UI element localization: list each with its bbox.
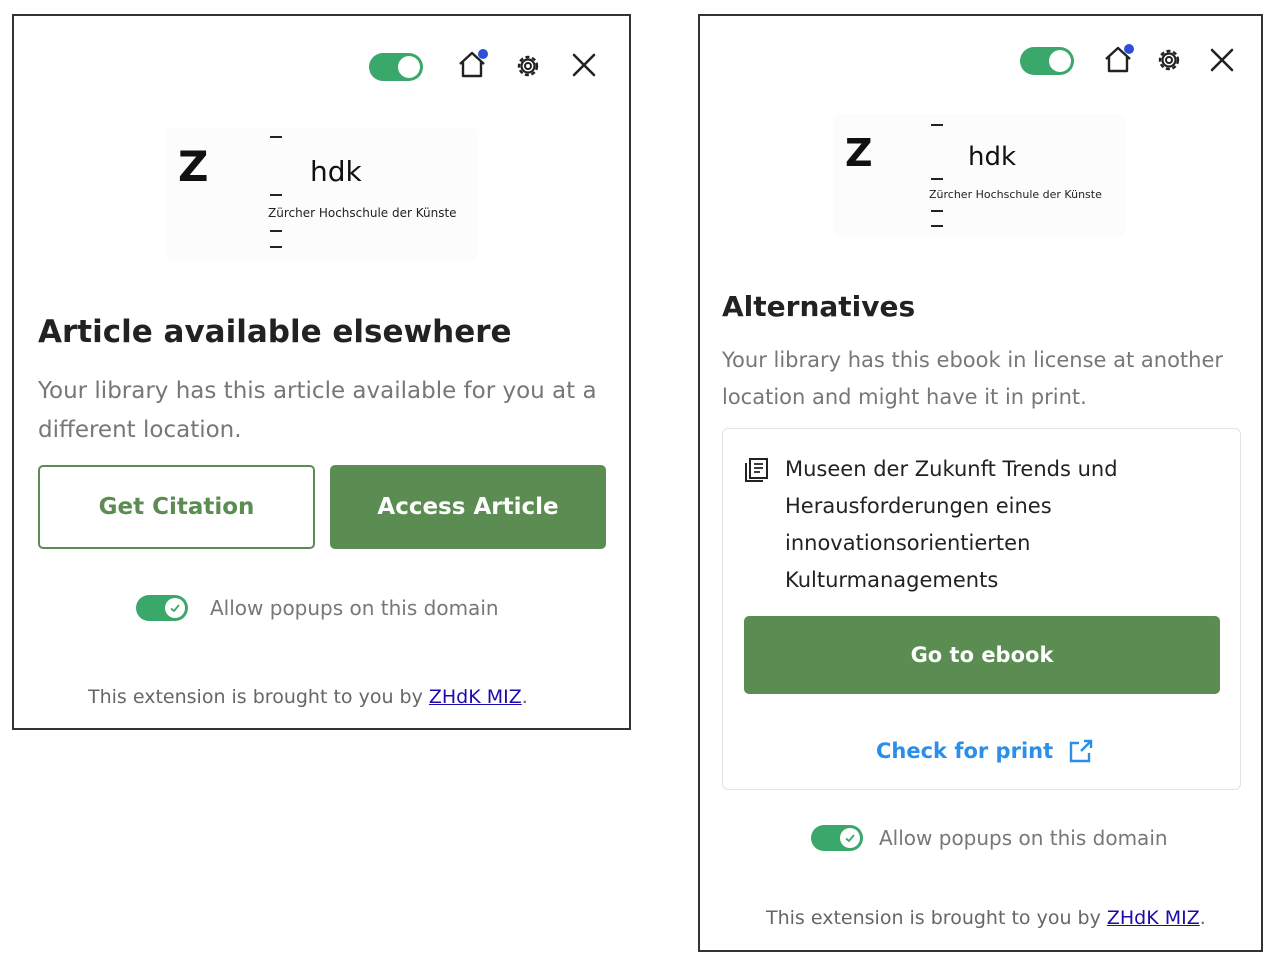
footer-credit: This extension is brought to you by ZHdK… xyxy=(766,907,1206,929)
extension-enable-toggle[interactable] xyxy=(1020,47,1074,75)
close-icon[interactable] xyxy=(568,49,600,81)
get-citation-button[interactable]: Get Citation xyxy=(38,465,315,549)
access-article-button[interactable]: Access Article xyxy=(330,465,606,549)
logo-mark: Z xyxy=(845,131,873,175)
home-icon[interactable] xyxy=(1102,43,1134,75)
panel-description: Your library has this article available … xyxy=(38,378,597,443)
go-to-ebook-button[interactable]: Go to ebook xyxy=(744,616,1220,694)
allow-popups-toggle[interactable] xyxy=(136,595,188,621)
toggle-knob xyxy=(1049,50,1071,72)
toggle-knob xyxy=(398,56,420,78)
right-extension-panel: Z hdk Zürcher Hochschule der Künste Alte… xyxy=(698,14,1263,952)
logo-name: hdk xyxy=(310,155,362,188)
panel-title: Alternatives xyxy=(722,290,916,323)
footer-text: This extension is brought to you by xyxy=(766,907,1107,929)
logo-dash xyxy=(931,225,943,227)
allow-popups-label: Allow popups on this domain xyxy=(210,596,499,620)
check-for-print-label: Check for print xyxy=(876,739,1054,763)
logo-dash xyxy=(270,136,282,138)
check-for-print-link[interactable]: Check for print xyxy=(876,737,1095,765)
institution-logo: Z hdk Zürcher Hochschule der Künste xyxy=(833,114,1125,236)
footer-credit: This extension is brought to you by ZHdK… xyxy=(88,686,528,708)
zhdk-miz-link[interactable]: ZHdK MIZ xyxy=(1107,907,1200,929)
play-icon xyxy=(1028,52,1037,64)
logo-dash xyxy=(931,124,943,126)
gear-icon[interactable] xyxy=(512,50,544,82)
logo-subtitle: Zürcher Hochschule der Künste xyxy=(268,206,457,220)
allow-popups-label: Allow popups on this domain xyxy=(879,826,1168,850)
document-icon xyxy=(743,456,771,484)
ebook-title: Museen der Zukunft Trends und Herausford… xyxy=(785,457,1118,592)
zhdk-miz-link[interactable]: ZHdK MIZ xyxy=(429,686,522,708)
logo-dash xyxy=(931,210,943,212)
footer-text: This extension is brought to you by xyxy=(88,686,429,708)
allow-popups-row: Allow popups on this domain xyxy=(811,825,1168,851)
logo-dash xyxy=(270,246,282,248)
footer-period: . xyxy=(1199,907,1206,929)
footer-period: . xyxy=(521,686,528,708)
allow-popups-row: Allow popups on this domain xyxy=(136,595,499,621)
logo-dash xyxy=(931,178,943,180)
check-icon xyxy=(165,598,185,618)
gear-icon[interactable] xyxy=(1153,44,1185,76)
extension-enable-toggle[interactable] xyxy=(369,53,423,81)
left-extension-panel: Z hdk Zürcher Hochschule der Künste Arti… xyxy=(12,14,631,730)
logo-mark: Z xyxy=(178,142,209,191)
panel-description: Your library has this ebook in license a… xyxy=(722,348,1224,409)
allow-popups-toggle[interactable] xyxy=(811,825,863,851)
institution-logo: Z hdk Zürcher Hochschule der Künste xyxy=(166,128,478,260)
check-icon xyxy=(840,828,860,848)
external-link-icon xyxy=(1067,737,1095,765)
logo-dash xyxy=(270,194,282,196)
logo-subtitle: Zürcher Hochschule der Künste xyxy=(929,188,1102,201)
home-icon[interactable] xyxy=(456,48,488,80)
play-icon xyxy=(377,58,386,70)
alternative-card: Museen der Zukunft Trends und Herausford… xyxy=(722,428,1241,790)
close-icon[interactable] xyxy=(1206,44,1238,76)
logo-name: hdk xyxy=(968,142,1017,172)
panel-title: Article available elsewhere xyxy=(38,314,512,350)
logo-dash xyxy=(270,230,282,232)
